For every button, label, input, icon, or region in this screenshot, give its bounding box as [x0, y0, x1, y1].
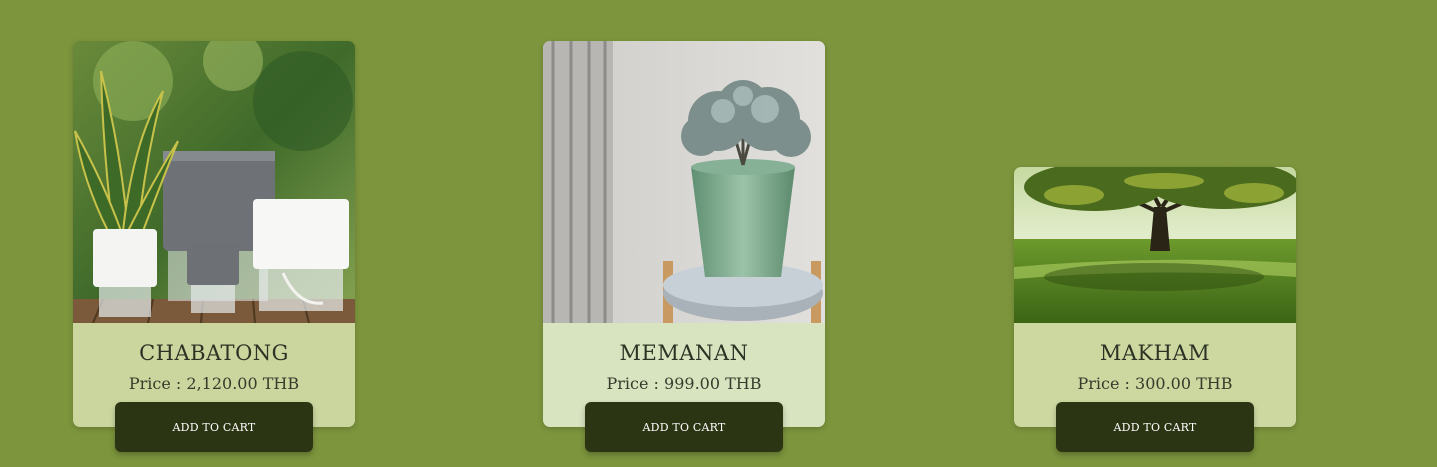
product-info: MAKHAM Price : 300.00 THB ADD TO CART [1014, 323, 1296, 452]
product-image [543, 41, 825, 323]
product-info: CHABATONG Price : 2,120.00 THB ADD TO CA… [73, 323, 355, 452]
product-price: Price : 999.00 THB [606, 374, 762, 393]
product-grid: CHABATONG Price : 2,120.00 THB ADD TO CA… [0, 0, 1437, 467]
product-price: Price : 2,120.00 THB [128, 374, 300, 393]
product-card: MAKHAM Price : 300.00 THB ADD TO CART [1014, 167, 1296, 452]
product-price: Price : 300.00 THB [1077, 374, 1233, 393]
product-card: MEMANAN Price : 999.00 THB ADD TO CART [543, 41, 825, 452]
add-to-cart-button[interactable]: ADD TO CART [115, 402, 313, 452]
add-to-cart-button[interactable]: ADD TO CART [585, 402, 783, 452]
product-card: CHABATONG Price : 2,120.00 THB ADD TO CA… [73, 41, 355, 452]
product-name: MEMANAN [619, 341, 749, 365]
product-info: MEMANAN Price : 999.00 THB ADD TO CART [543, 323, 825, 452]
product-image [1014, 167, 1296, 323]
add-to-cart-button[interactable]: ADD TO CART [1056, 402, 1254, 452]
product-name: CHABATONG [139, 341, 289, 365]
product-image [73, 41, 355, 323]
product-name: MAKHAM [1099, 341, 1211, 365]
